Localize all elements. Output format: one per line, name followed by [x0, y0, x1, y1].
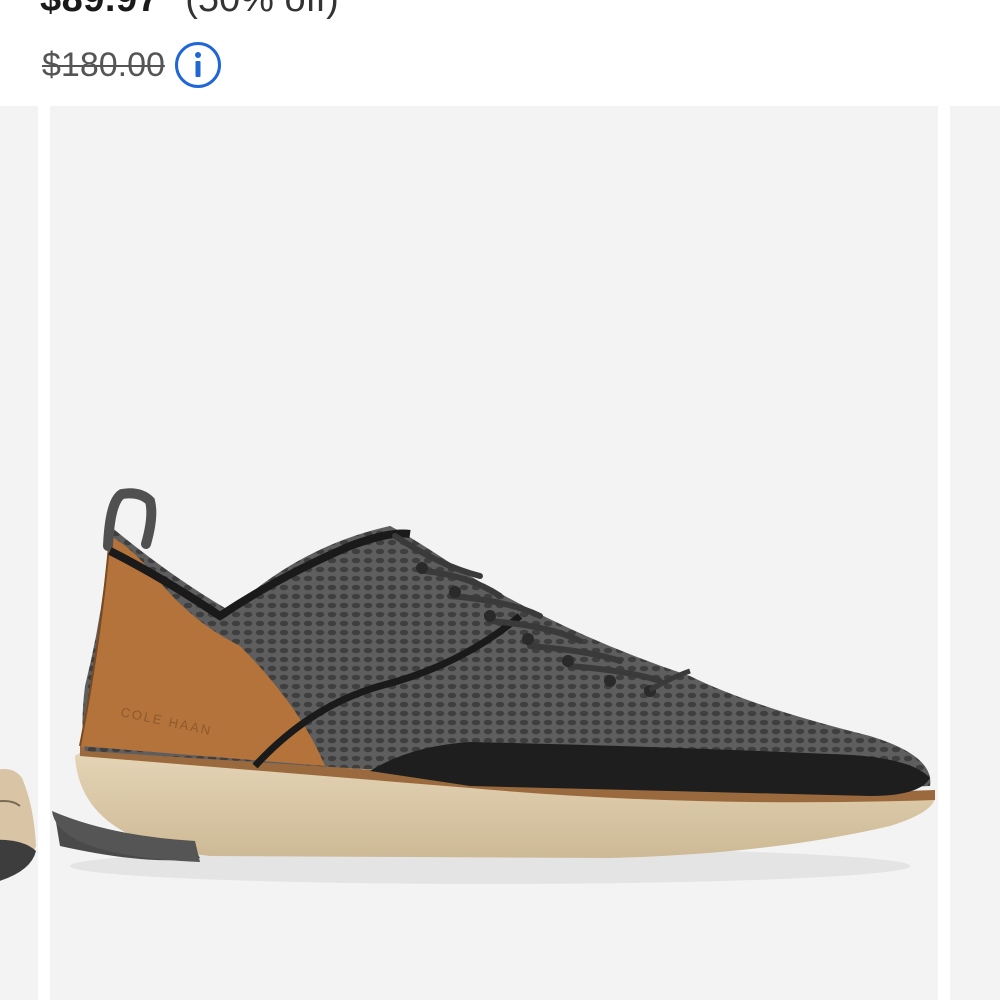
original-price-row: $180.00 [42, 42, 221, 88]
original-price: $180.00 [42, 45, 165, 84]
main-product-image[interactable]: COLE HAAN [50, 106, 938, 1000]
product-image-carousel[interactable]: COLE HAAN [0, 106, 1000, 1000]
discount-label: (50% off) [185, 0, 338, 21]
sale-price: $89.97 [40, 0, 159, 21]
previous-image-slide[interactable] [0, 106, 38, 1000]
next-image-slide[interactable] [950, 106, 1000, 1000]
info-icon[interactable] [174, 42, 221, 88]
price-row: $89.97 (50% off) [40, 0, 339, 21]
